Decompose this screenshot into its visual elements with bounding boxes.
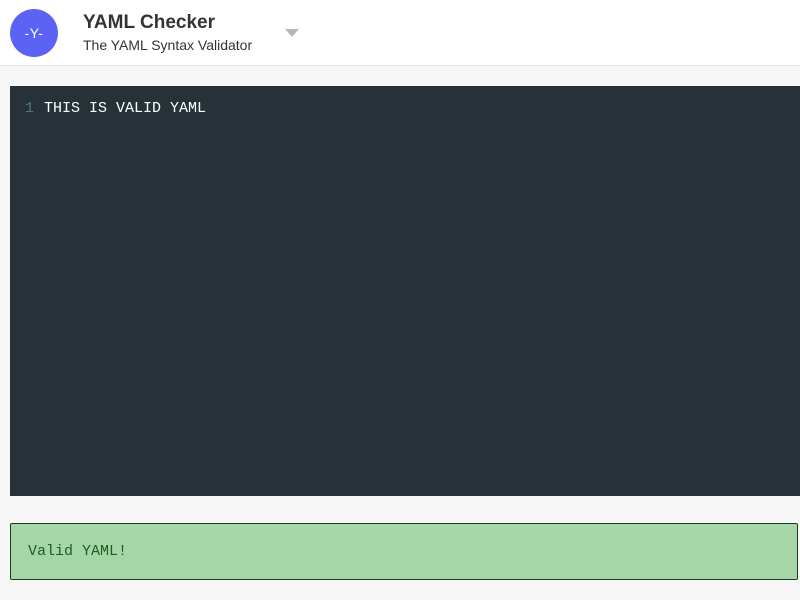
line-number: 1 [24, 99, 34, 117]
yaml-editor[interactable]: 1 THIS IS VALID YAML [10, 86, 800, 496]
line-code[interactable]: THIS IS VALID YAML [44, 100, 206, 117]
logo-text: -Y- [24, 25, 44, 41]
validation-result: Valid YAML! [10, 523, 798, 580]
app-subtitle: The YAML Syntax Validator [83, 37, 253, 53]
caret-down-shape [285, 29, 299, 37]
app-logo[interactable]: -Y- [10, 9, 58, 57]
app-header: -Y- YAML Checker The YAML Syntax Validat… [0, 0, 800, 66]
app-title: YAML Checker [83, 12, 216, 33]
editor-line[interactable]: 1 THIS IS VALID YAML [10, 98, 206, 118]
caret-down-icon[interactable] [284, 27, 300, 39]
validation-message: Valid YAML! [28, 543, 128, 560]
